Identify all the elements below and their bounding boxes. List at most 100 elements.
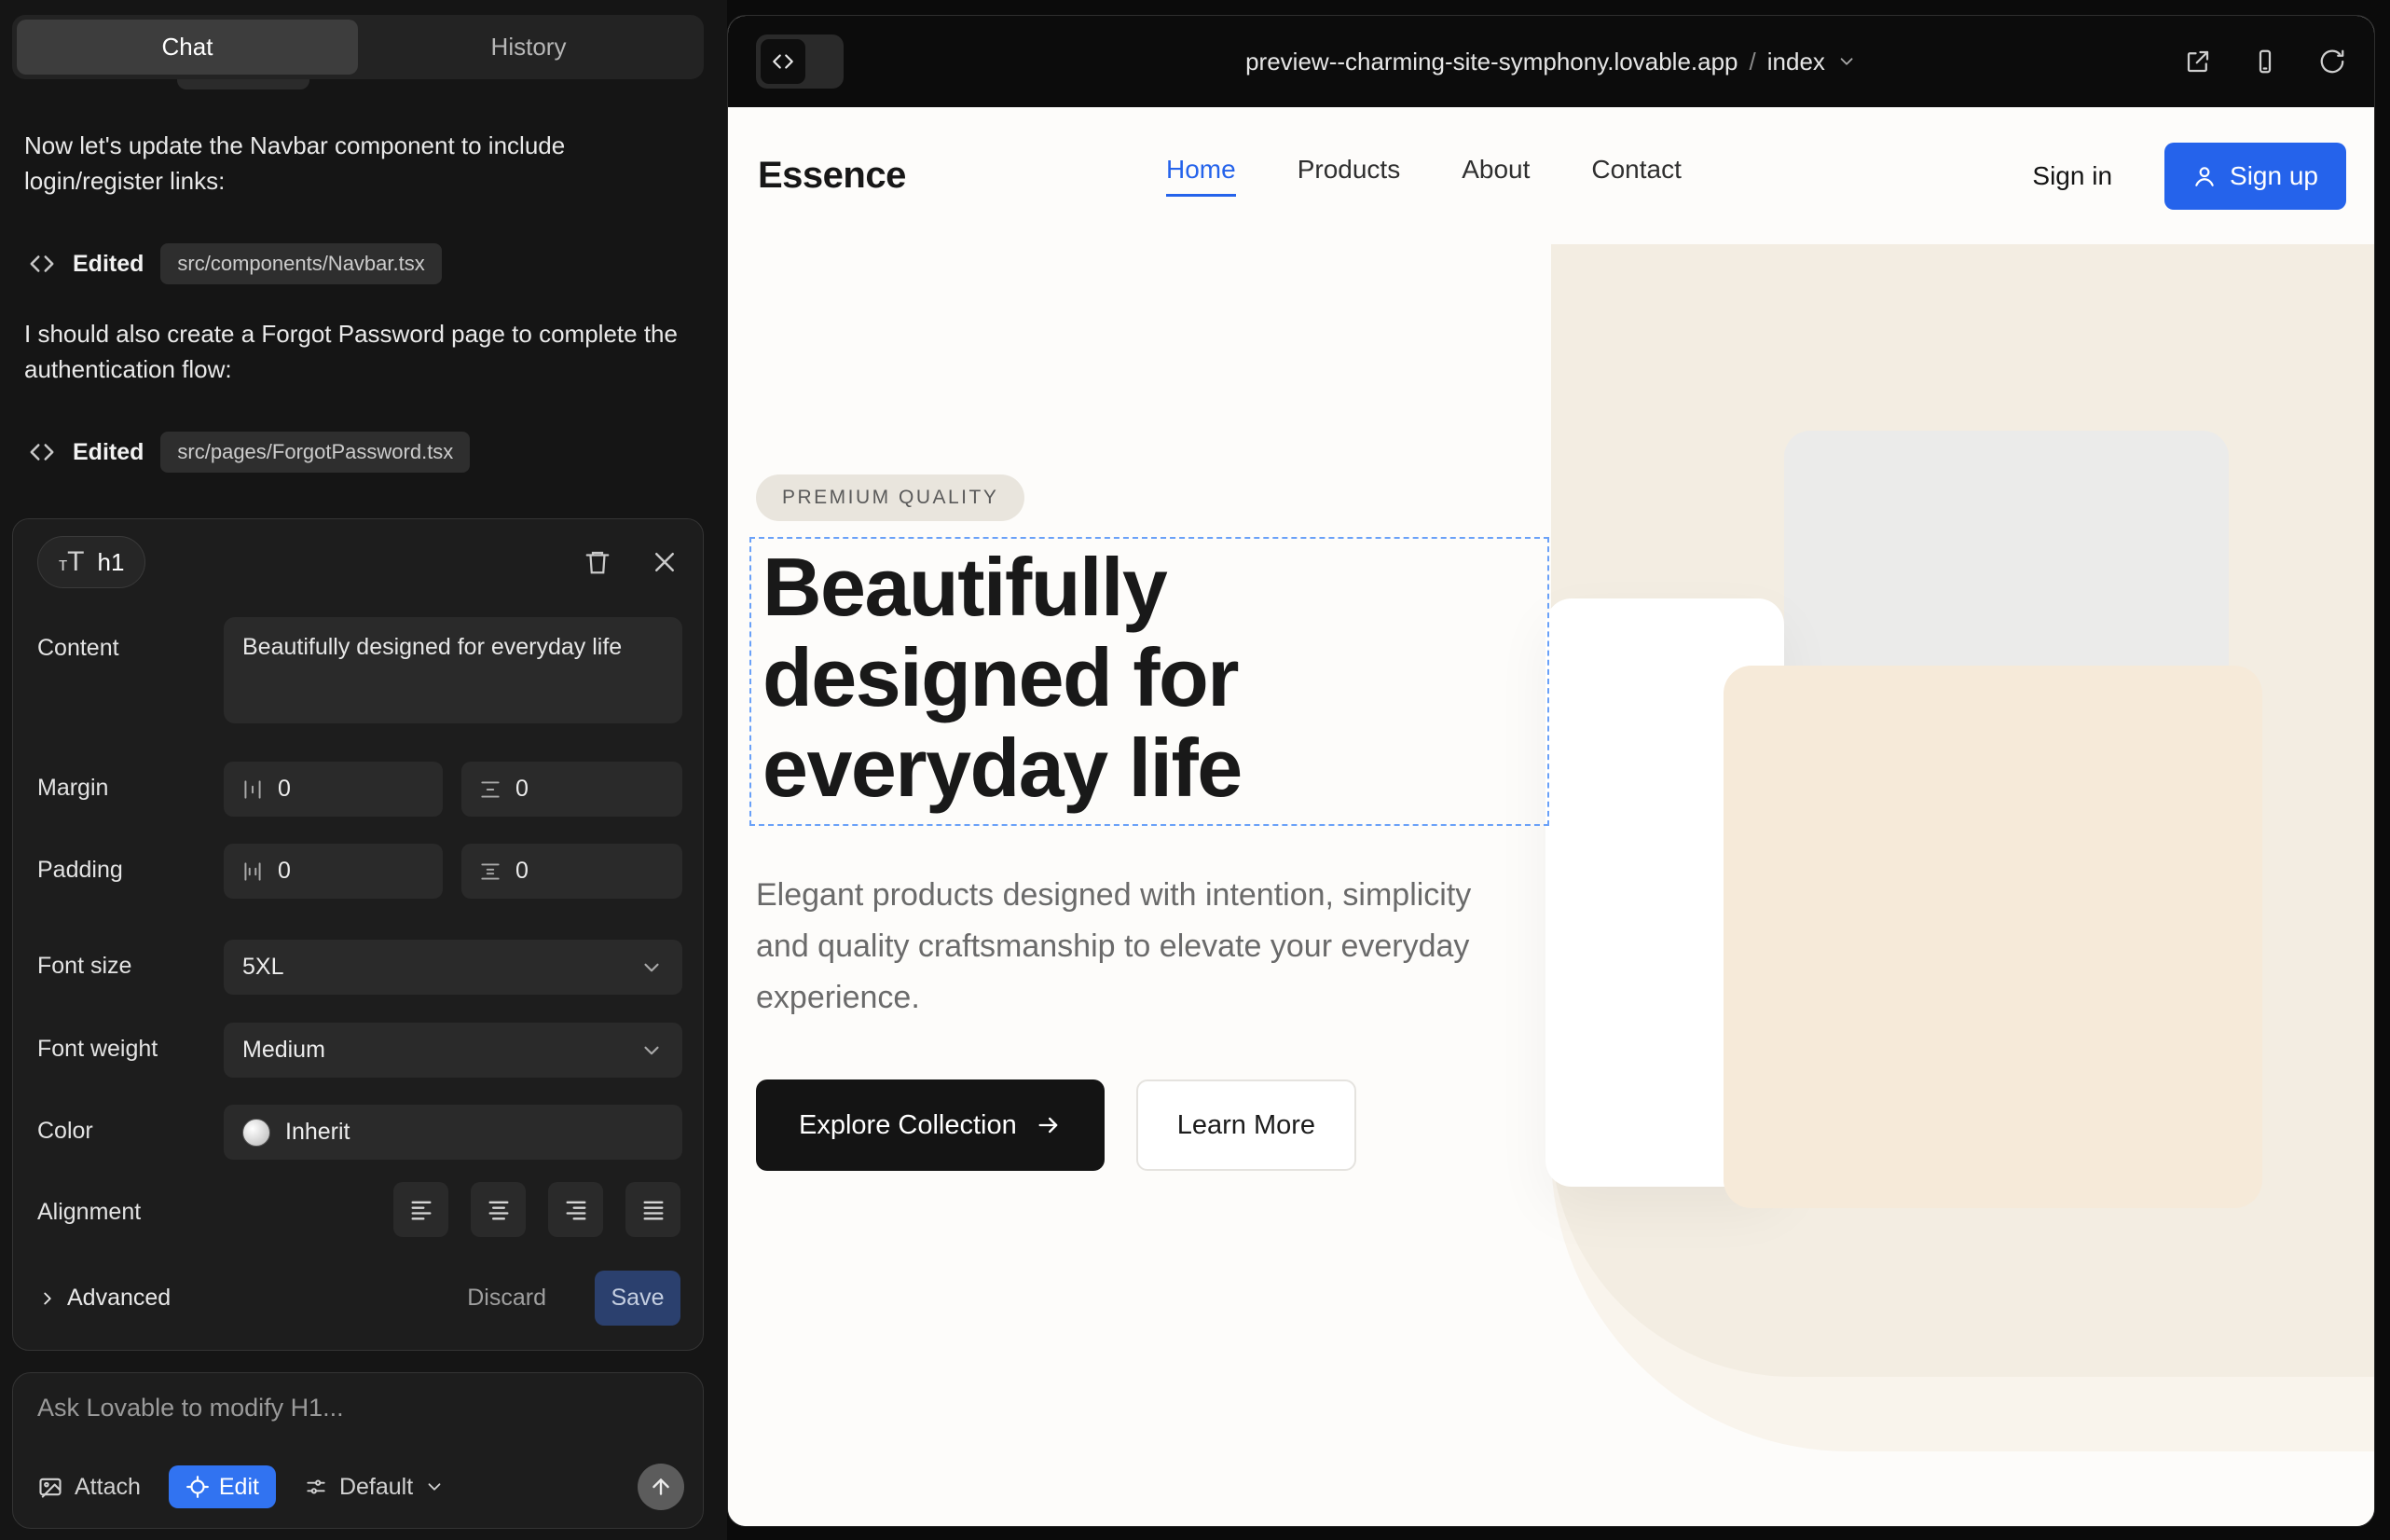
url-bar[interactable]: preview--charming-site-symphony.lovable.… [1245,48,1857,76]
send-button[interactable] [638,1464,684,1510]
explore-collection-button[interactable]: Explore Collection [756,1079,1105,1171]
alignment-buttons [393,1182,680,1237]
site-nav-links: Home Products About Contact [1166,155,1682,197]
padding-label: Padding [37,857,123,884]
nav-link-products[interactable]: Products [1298,155,1401,197]
margin-x-input[interactable] [224,762,443,817]
color-value: Inherit [285,1119,350,1146]
h1-selection-outline[interactable]: Beautifully designed for everyday life [749,537,1549,826]
color-swatch [242,1119,270,1147]
model-default-button[interactable]: Default [304,1474,445,1501]
margin-label: Margin [37,775,108,802]
decor-card-cream [1724,666,2262,1208]
edited-label: Edited [73,439,144,466]
edit-mode-button[interactable]: Edit [169,1465,276,1508]
device-toggle-icon[interactable] [2251,48,2279,76]
file-chip[interactable]: src/pages/ForgotPassword.tsx [160,432,470,473]
hero-cta-row: Explore Collection Learn More [756,1079,1356,1171]
user-icon [2192,164,2217,188]
font-size-label: Font size [37,953,131,980]
margin-y-input[interactable] [461,762,682,817]
element-editor-card: тT h1 Content Beautifully designed for e… [12,518,704,1351]
save-button[interactable]: Save [595,1271,680,1326]
color-select[interactable]: Inherit [224,1105,682,1160]
advanced-label: Advanced [67,1285,171,1312]
site-navbar: Essence Home Products About Contact Sign… [728,107,2375,244]
editor-footer: Advanced Discard Save [37,1271,680,1326]
margin-x-icon [240,777,265,802]
code-view-toggle[interactable] [756,34,844,89]
chevron-down-icon [639,956,664,980]
sign-up-label: Sign up [2230,161,2318,191]
explore-collection-label: Explore Collection [799,1110,1017,1141]
element-tag-label: h1 [98,548,125,577]
site-preview: Essence Home Products About Contact Sign… [728,107,2375,1527]
learn-more-button[interactable]: Learn More [1136,1079,1356,1171]
topbar-actions [2184,48,2346,76]
refresh-icon[interactable] [2318,48,2346,76]
sign-in-link[interactable]: Sign in [2032,161,2112,191]
tab-chat[interactable]: Chat [17,20,358,75]
preview-window: preview--charming-site-symphony.lovable.… [727,15,2375,1527]
font-size-select[interactable]: 5XL [224,940,682,995]
chevron-down-icon [424,1477,445,1497]
discard-button[interactable]: Discard [467,1285,546,1312]
hero-headline: Beautifully designed for everyday life [762,543,1536,813]
content-label: Content [37,635,119,662]
nav-right: Sign in Sign up [2032,143,2346,210]
close-icon[interactable] [651,548,679,576]
attach-button[interactable]: Attach [37,1474,141,1501]
element-tag-pill[interactable]: тT h1 [37,536,145,588]
app-root: Chat History Now let's update the Navbar… [0,0,2390,1540]
padding-x-input[interactable] [224,844,443,899]
padding-y-input[interactable] [461,844,682,899]
font-weight-label: Font weight [37,1036,158,1063]
chat-message: Now let's update the Navbar component to… [24,129,682,199]
alignment-label: Alignment [37,1199,141,1226]
code-icon [28,438,56,466]
edited-file-row: Edited src/pages/ForgotPassword.tsx [28,431,470,474]
hero-paragraph: Elegant products designed with intention… [756,870,1502,1024]
edit-select-icon [185,1475,210,1499]
align-justify-button[interactable] [625,1182,680,1237]
advanced-toggle[interactable]: Advanced [37,1285,171,1312]
align-center-button[interactable] [471,1182,526,1237]
font-weight-select[interactable]: Medium [224,1023,682,1078]
nav-link-home[interactable]: Home [1166,155,1236,197]
align-left-button[interactable] [393,1182,448,1237]
align-right-button[interactable] [548,1182,603,1237]
editor-header: тT h1 [37,536,679,588]
file-chip[interactable]: src/components/Navbar.tsx [160,243,441,284]
tab-history[interactable]: History [358,20,699,75]
align-center-icon [486,1197,512,1223]
nav-link-about[interactable]: About [1462,155,1530,197]
code-icon [28,250,56,278]
sliders-icon [304,1475,328,1499]
sign-up-button[interactable]: Sign up [2164,143,2346,210]
url-separator: / [1750,48,1756,76]
color-label: Color [37,1118,93,1145]
site-logo[interactable]: Essence [758,155,906,197]
trash-icon[interactable] [584,548,611,576]
prompt-box: Attach Edit Default [12,1372,704,1529]
left-panel: Chat History Now let's update the Navbar… [0,0,727,1540]
prompt-toolbar: Attach Edit Default [37,1461,684,1513]
default-label: Default [339,1474,413,1501]
premium-quality-badge: PREMIUM QUALITY [756,474,1024,521]
margin-y-icon [478,777,502,802]
content-input[interactable]: Beautifully designed for everyday life [224,617,682,723]
prompt-input[interactable] [37,1394,675,1450]
nav-link-contact[interactable]: Contact [1591,155,1682,197]
chat-history-tabs: Chat History [12,15,704,79]
code-icon [761,39,805,84]
preview-topbar: preview--charming-site-symphony.lovable.… [728,16,2374,107]
padding-y-icon [478,859,502,884]
external-link-icon[interactable] [2184,48,2212,76]
chevron-right-icon [37,1288,58,1309]
chat-message: I should also create a Forgot Password p… [24,317,682,388]
editor-header-actions [584,548,679,576]
text-size-icon: тT [59,546,85,578]
align-right-icon [563,1197,589,1223]
url-path: index [1767,48,1825,76]
preview-url: preview--charming-site-symphony.lovable.… [1245,48,1738,76]
